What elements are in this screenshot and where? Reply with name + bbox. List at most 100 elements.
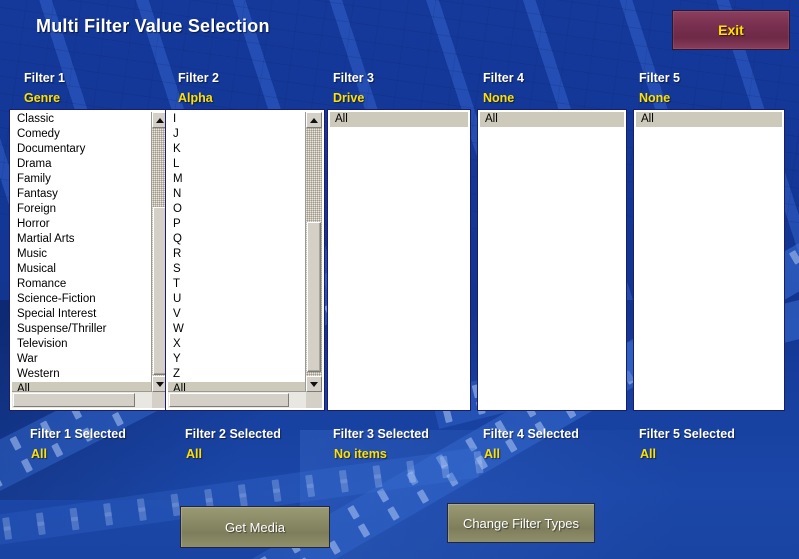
list-item[interactable]: N: [168, 187, 305, 202]
list-item[interactable]: Family: [12, 172, 151, 187]
filter-2-listbox[interactable]: I J K L M N O P Q R S T U V W X Y Z All: [166, 110, 324, 410]
filter-2-horizontal-scrollbar[interactable]: [168, 391, 306, 408]
scrollbar-thumb[interactable]: [169, 393, 289, 407]
filmstrip-hole: [387, 506, 400, 521]
scrollbar-thumb[interactable]: [307, 222, 321, 372]
get-media-button[interactable]: Get Media: [180, 506, 330, 548]
filmstrip-hole: [51, 442, 64, 458]
filmstrip-hole: [111, 411, 124, 427]
list-item[interactable]: M: [168, 172, 305, 187]
filmstrip-hole: [416, 489, 430, 504]
filter-4-selected-value: All: [484, 447, 500, 461]
list-item[interactable]: S: [168, 262, 305, 277]
scroll-down-arrow-icon[interactable]: [306, 376, 322, 392]
list-item[interactable]: Drama: [12, 157, 151, 172]
filter-3-selected-value: No items: [334, 447, 387, 461]
list-item[interactable]: All: [636, 112, 782, 127]
filter-2-selected-header: Filter 2 Selected: [185, 427, 281, 441]
filmstrip-hole: [3, 526, 13, 540]
filmstrip-hole: [239, 492, 248, 507]
filter-4-selected-header: Filter 4 Selected: [483, 427, 579, 441]
list-item[interactable]: Y: [168, 352, 305, 367]
filter-1-listbox[interactable]: Classic Comedy Documentary Drama Family Fanta…: [10, 110, 170, 410]
exit-button-label: Exit: [718, 22, 744, 38]
list-item[interactable]: W: [168, 322, 305, 337]
list-item[interactable]: Science-Fiction: [12, 292, 151, 307]
filter-5-type: None: [639, 91, 671, 105]
filmstrip-hole: [0, 473, 3, 489]
list-item[interactable]: O: [168, 202, 305, 217]
scrollbar-thumb[interactable]: [153, 207, 167, 375]
exit-button[interactable]: Exit: [672, 10, 790, 50]
filter-2-header: Filter 2: [178, 71, 219, 85]
list-item[interactable]: All: [168, 382, 305, 391]
filmstrip-hole: [788, 249, 799, 265]
filter-3-type: Drive: [333, 91, 365, 105]
filter-1-horizontal-scrollbar[interactable]: [12, 391, 152, 408]
filter-5-selected-value: All: [640, 447, 656, 461]
scrollbar-corner: [306, 392, 322, 408]
list-item[interactable]: Q: [168, 232, 305, 247]
list-item[interactable]: T: [168, 277, 305, 292]
filmstrip-hole: [37, 521, 46, 536]
list-item[interactable]: Martial Arts: [12, 232, 151, 247]
list-item[interactable]: P: [168, 217, 305, 232]
filmstrip-hole: [373, 474, 383, 488]
filter-1-list: Classic Comedy Documentary Drama Family Fanta…: [12, 112, 151, 391]
page-title: Multi Filter Value Selection: [36, 16, 270, 36]
list-item[interactable]: Music: [12, 247, 151, 262]
filter-4-header: Filter 4: [483, 71, 524, 85]
filter-4-list: All: [480, 112, 624, 408]
list-item[interactable]: Documentary: [12, 142, 151, 157]
filter-2-type: Alpha: [178, 91, 213, 105]
change-filter-types-label: Change Filter Types: [462, 515, 580, 531]
filter-5-header: Filter 5: [639, 71, 680, 85]
list-item[interactable]: War: [12, 352, 151, 367]
filter-1-selected-value: All: [31, 447, 47, 461]
list-item[interactable]: Television: [12, 337, 151, 352]
scroll-up-arrow-icon[interactable]: [306, 112, 322, 128]
list-item[interactable]: Western: [12, 367, 151, 382]
list-item[interactable]: Comedy: [12, 127, 151, 142]
list-item[interactable]: All: [330, 112, 468, 127]
list-item[interactable]: Musical: [12, 262, 151, 277]
list-item[interactable]: V: [168, 307, 305, 322]
filter-5-listbox[interactable]: All: [634, 110, 784, 410]
filter-1-header: Filter 1: [24, 71, 65, 85]
list-item[interactable]: U: [168, 292, 305, 307]
list-item[interactable]: Classic: [12, 112, 151, 127]
filmstrip-hole: [70, 516, 80, 531]
scrollbar-thumb[interactable]: [13, 393, 135, 407]
filter-4-listbox[interactable]: All: [478, 110, 626, 410]
app-window: Multi Filter Value Selection Exit Filter…: [0, 0, 799, 559]
filter-4-type: None: [483, 91, 515, 105]
filter-2-selected-value: All: [186, 447, 202, 461]
change-filter-types-button[interactable]: Change Filter Types: [447, 503, 595, 543]
list-item[interactable]: Special Interest: [12, 307, 151, 322]
list-item[interactable]: X: [168, 337, 305, 352]
filter-3-list: All: [330, 112, 468, 408]
filmstrip-hole: [104, 511, 114, 526]
filter-2-list: I J K L M N O P Q R S T U V W X Y Z All: [168, 112, 305, 391]
list-item[interactable]: L: [168, 157, 305, 172]
filmstrip-hole: [138, 507, 147, 521]
filter-3-selected-header: Filter 3 Selected: [333, 427, 429, 441]
list-item[interactable]: Fantasy: [12, 187, 151, 202]
list-item[interactable]: Z: [168, 367, 305, 382]
filter-1-selected-header: Filter 1 Selected: [30, 427, 126, 441]
list-item[interactable]: Suspense/Thriller: [12, 322, 151, 337]
list-item[interactable]: Horror: [12, 217, 151, 232]
list-item[interactable]: K: [168, 142, 305, 157]
list-item[interactable]: Romance: [12, 277, 151, 292]
filmstrip-hole: [306, 483, 316, 498]
list-item[interactable]: All: [12, 382, 151, 391]
filmstrip-hole: [441, 464, 450, 479]
filter-3-listbox[interactable]: All: [328, 110, 470, 410]
list-item[interactable]: Foreign: [12, 202, 151, 217]
filter-2-vertical-scrollbar[interactable]: [305, 112, 322, 392]
list-item[interactable]: I: [168, 112, 305, 127]
list-item[interactable]: R: [168, 247, 305, 262]
list-item[interactable]: J: [168, 127, 305, 142]
list-item[interactable]: All: [480, 112, 624, 127]
get-media-label: Get Media: [225, 519, 285, 535]
